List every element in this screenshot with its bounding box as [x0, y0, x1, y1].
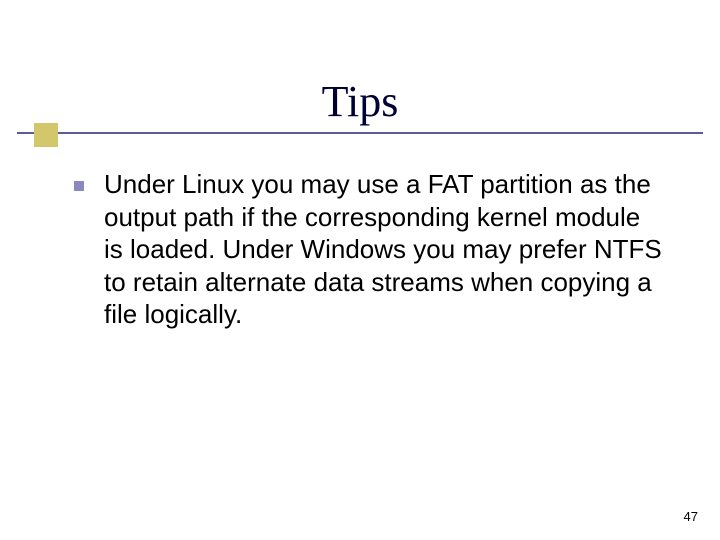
page-number: 47 — [684, 509, 698, 524]
title-underline — [17, 132, 703, 134]
title-container: Tips — [0, 76, 720, 127]
page-title: Tips — [0, 76, 720, 127]
bullet-text: Under Linux you may use a FAT partition … — [104, 168, 664, 331]
accent-square — [34, 123, 58, 147]
square-bullet-icon — [74, 181, 84, 191]
